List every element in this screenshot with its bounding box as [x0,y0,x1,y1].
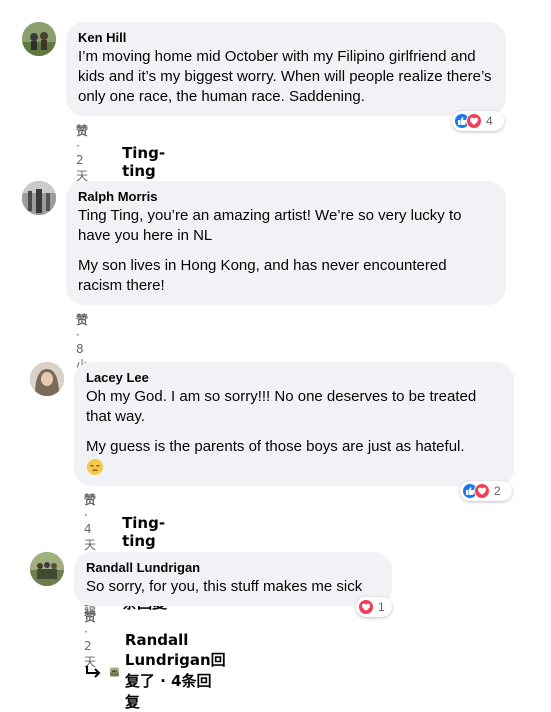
comment-author[interactable]: Lacey Lee [86,370,502,385]
avatar[interactable] [30,362,64,396]
comment-bubble: Ralph Morris Ting Ting, you’re an amazin… [66,181,506,305]
comment-text: Oh my God. I am so sorry!!! No one deser… [86,388,477,425]
like-button[interactable]: 赞 [76,313,88,327]
love-icon [466,113,482,129]
avatar[interactable] [30,552,64,586]
reaction-count: 4 [486,114,493,128]
view-replies-link[interactable]: Randall Lundrigan回复了 · 4条回复 [84,631,226,712]
pensive-face-emoji [86,458,104,476]
comment-text: My son lives in Hong Kong, and has never… [78,257,447,294]
comment-bubble: Lacey Lee Oh my God. I am so sorry!!! No… [74,362,514,486]
reaction-summary[interactable]: 4 [452,111,504,131]
comment-text: So sorry, for you, this stuff makes me s… [86,578,363,595]
reaction-count: 1 [378,600,385,614]
like-button[interactable]: 赞 [84,493,96,507]
comment-text: Ting Ting, you’re an amazing artist! We’… [78,207,462,244]
reply-summary: Randall Lundrigan回复了 · 4条回复 [124,631,226,711]
like-button[interactable]: 赞 [84,610,96,624]
love-icon [474,483,490,499]
comment-emoji-line [86,457,502,477]
comment-author[interactable]: Randall Lundrigan [86,560,380,575]
comment-author[interactable]: Ralph Morris [78,189,494,204]
reaction-summary[interactable]: 2 [460,481,512,501]
avatar [110,660,119,684]
reaction-count: 2 [494,484,501,498]
comment-author[interactable]: Ken Hill [78,30,494,45]
like-button[interactable]: 赞 [76,124,88,138]
comment-text: I’m moving home mid October with my Fili… [78,48,492,105]
avatar[interactable] [22,181,56,215]
love-icon [358,599,374,615]
comment-text: My guess is the parents of those boys ar… [86,438,465,455]
comment-bubble: Ken Hill I’m moving home mid October wit… [66,22,506,116]
avatar[interactable] [22,22,56,56]
reaction-summary[interactable]: 1 [356,597,392,617]
comment-bubble: Randall Lundrigan So sorry, for you, thi… [74,552,392,606]
